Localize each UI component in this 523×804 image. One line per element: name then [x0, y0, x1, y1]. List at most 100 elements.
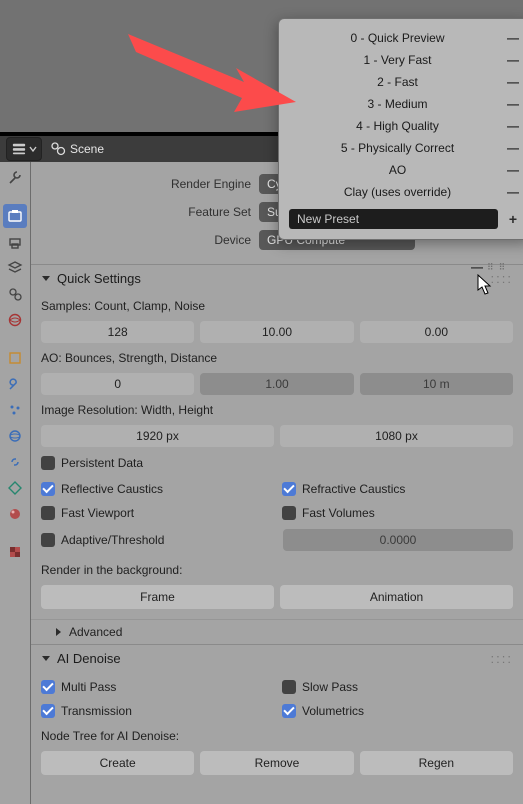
checkbox-icon: [41, 506, 55, 520]
mesh-icon: [7, 480, 23, 496]
checkbox-checked-icon: [282, 482, 296, 496]
adaptive-threshold-check[interactable]: Adaptive/Threshold: [41, 530, 273, 550]
check-label: Multi Pass: [61, 680, 116, 694]
preset-item-5[interactable]: 5 - Physically Correct—: [289, 137, 520, 159]
ai-create-button[interactable]: Create: [41, 751, 194, 775]
annotation-arrow: [116, 28, 296, 128]
fast-volumes-check[interactable]: Fast Volumes: [282, 503, 513, 523]
preset-menu-area: — ⠿ ⠿: [471, 260, 506, 274]
preset-item-4[interactable]: 4 - High Quality—: [289, 115, 520, 137]
printer-icon: [7, 234, 23, 250]
scene-datablock[interactable]: Scene: [50, 141, 104, 157]
panel-drag-grip[interactable]: ::::: [491, 651, 513, 666]
res-width-field[interactable]: 1920 px: [41, 425, 274, 447]
samples-noise-field[interactable]: 0.00: [360, 321, 513, 343]
remove-preset-icon[interactable]: —: [506, 53, 520, 67]
volumetrics-check[interactable]: Volumetrics: [282, 701, 513, 721]
editor-type-dropdown[interactable]: [6, 137, 42, 161]
remove-preset-icon[interactable]: —: [506, 185, 520, 199]
checkbox-icon: [282, 506, 296, 520]
preset-item-0[interactable]: 0 - Quick Preview—: [289, 27, 520, 49]
adaptive-threshold-field[interactable]: 0.0000: [283, 529, 513, 551]
subpanel-advanced[interactable]: Advanced: [31, 619, 523, 644]
new-preset-input[interactable]: New Preset: [289, 209, 498, 229]
transmission-check[interactable]: Transmission: [41, 701, 272, 721]
remove-preset-icon[interactable]: —: [506, 141, 520, 155]
checkbox-icon: [41, 456, 55, 470]
scene-tab-icon: [7, 286, 23, 302]
physics-icon: [7, 428, 23, 444]
multi-pass-check[interactable]: Multi Pass: [41, 677, 272, 697]
preset-item-6[interactable]: AO—: [289, 159, 520, 181]
tab-material[interactable]: [3, 502, 27, 526]
render-frame-button[interactable]: Frame: [41, 585, 274, 609]
add-preset-icon[interactable]: +: [506, 211, 520, 227]
render-animation-button[interactable]: Animation: [280, 585, 513, 609]
remove-preset-icon[interactable]: —: [506, 163, 520, 177]
tab-render[interactable]: [3, 204, 27, 228]
scene-name: Scene: [70, 142, 104, 156]
tab-output[interactable]: [3, 230, 27, 254]
tab-object[interactable]: [3, 346, 27, 370]
check-label: Adaptive/Threshold: [61, 533, 164, 547]
check-label: Fast Viewport: [61, 506, 134, 520]
samples-clamp-field[interactable]: 10.00: [200, 321, 353, 343]
panel-title: Quick Settings: [57, 271, 141, 286]
tab-particles[interactable]: [3, 398, 27, 422]
preset-item-3[interactable]: 3 - Medium—: [289, 93, 520, 115]
tab-texture[interactable]: [3, 540, 27, 564]
reflective-caustics-check[interactable]: Reflective Caustics: [41, 479, 272, 499]
tab-world[interactable]: [3, 308, 27, 332]
refractive-caustics-check[interactable]: Refractive Caustics: [282, 479, 513, 499]
tab-modifier[interactable]: [3, 372, 27, 396]
resolution-caption: Image Resolution: Width, Height: [41, 401, 513, 419]
tab-tool[interactable]: [3, 166, 27, 190]
ai-remove-button[interactable]: Remove: [200, 751, 353, 775]
checkbox-checked-icon: [41, 680, 55, 694]
ao-strength-field[interactable]: 1.00: [200, 373, 353, 395]
panel-header-ai-denoise[interactable]: AI Denoise ::::: [31, 645, 523, 671]
tab-scene[interactable]: [3, 282, 27, 306]
remove-preset-icon[interactable]: —: [506, 97, 520, 111]
check-label: Refractive Caustics: [302, 482, 405, 496]
preset-menu-toggle[interactable]: —: [471, 260, 483, 274]
panel-header-quick-settings[interactable]: Quick Settings ::::: [31, 265, 523, 291]
preset-item-2[interactable]: 2 - Fast—: [289, 71, 520, 93]
world-icon: [7, 312, 23, 328]
samples-count-field[interactable]: 128: [41, 321, 194, 343]
ai-regen-button[interactable]: Regen: [360, 751, 513, 775]
panel-quick-settings: Quick Settings :::: Samples: Count, Clam…: [31, 264, 523, 644]
material-icon: [7, 506, 23, 522]
remove-preset-icon[interactable]: —: [506, 75, 520, 89]
checkbox-checked-icon: [282, 704, 296, 718]
res-height-field[interactable]: 1080 px: [280, 425, 513, 447]
disclosure-down-icon: [41, 273, 51, 283]
panel-options-icon[interactable]: ⠿: [499, 262, 507, 273]
subpanel-label: Advanced: [69, 625, 122, 639]
layers-icon: [7, 260, 23, 276]
preset-menu-toggle-alt[interactable]: ⠿: [487, 262, 495, 273]
remove-preset-icon[interactable]: —: [506, 119, 520, 133]
checkbox-icon: [41, 533, 55, 547]
ao-bounces-field[interactable]: 0: [41, 373, 194, 395]
samples-caption: Samples: Count, Clamp, Noise: [41, 297, 513, 315]
fast-viewport-check[interactable]: Fast Viewport: [41, 503, 272, 523]
particles-icon: [7, 402, 23, 418]
persistent-data-check[interactable]: Persistent Data: [41, 453, 513, 473]
preset-item-1[interactable]: 1 - Very Fast—: [289, 49, 520, 71]
remove-preset-icon[interactable]: —: [506, 31, 520, 45]
tab-viewlayer[interactable]: [3, 256, 27, 280]
properties-tab-bar: [0, 162, 31, 804]
check-label: Fast Volumes: [302, 506, 375, 520]
tab-physics[interactable]: [3, 424, 27, 448]
check-label: Transmission: [61, 704, 132, 718]
scene-icon: [50, 141, 66, 157]
check-label: Persistent Data: [61, 456, 143, 470]
preset-item-7[interactable]: Clay (uses override)—: [289, 181, 520, 203]
ao-distance-field[interactable]: 10 m: [360, 373, 513, 395]
disclosure-down-icon: [41, 653, 51, 663]
feature-set-label: Feature Set: [31, 205, 259, 219]
tab-constraints[interactable]: [3, 450, 27, 474]
tab-data[interactable]: [3, 476, 27, 500]
slow-pass-check[interactable]: Slow Pass: [282, 677, 513, 697]
